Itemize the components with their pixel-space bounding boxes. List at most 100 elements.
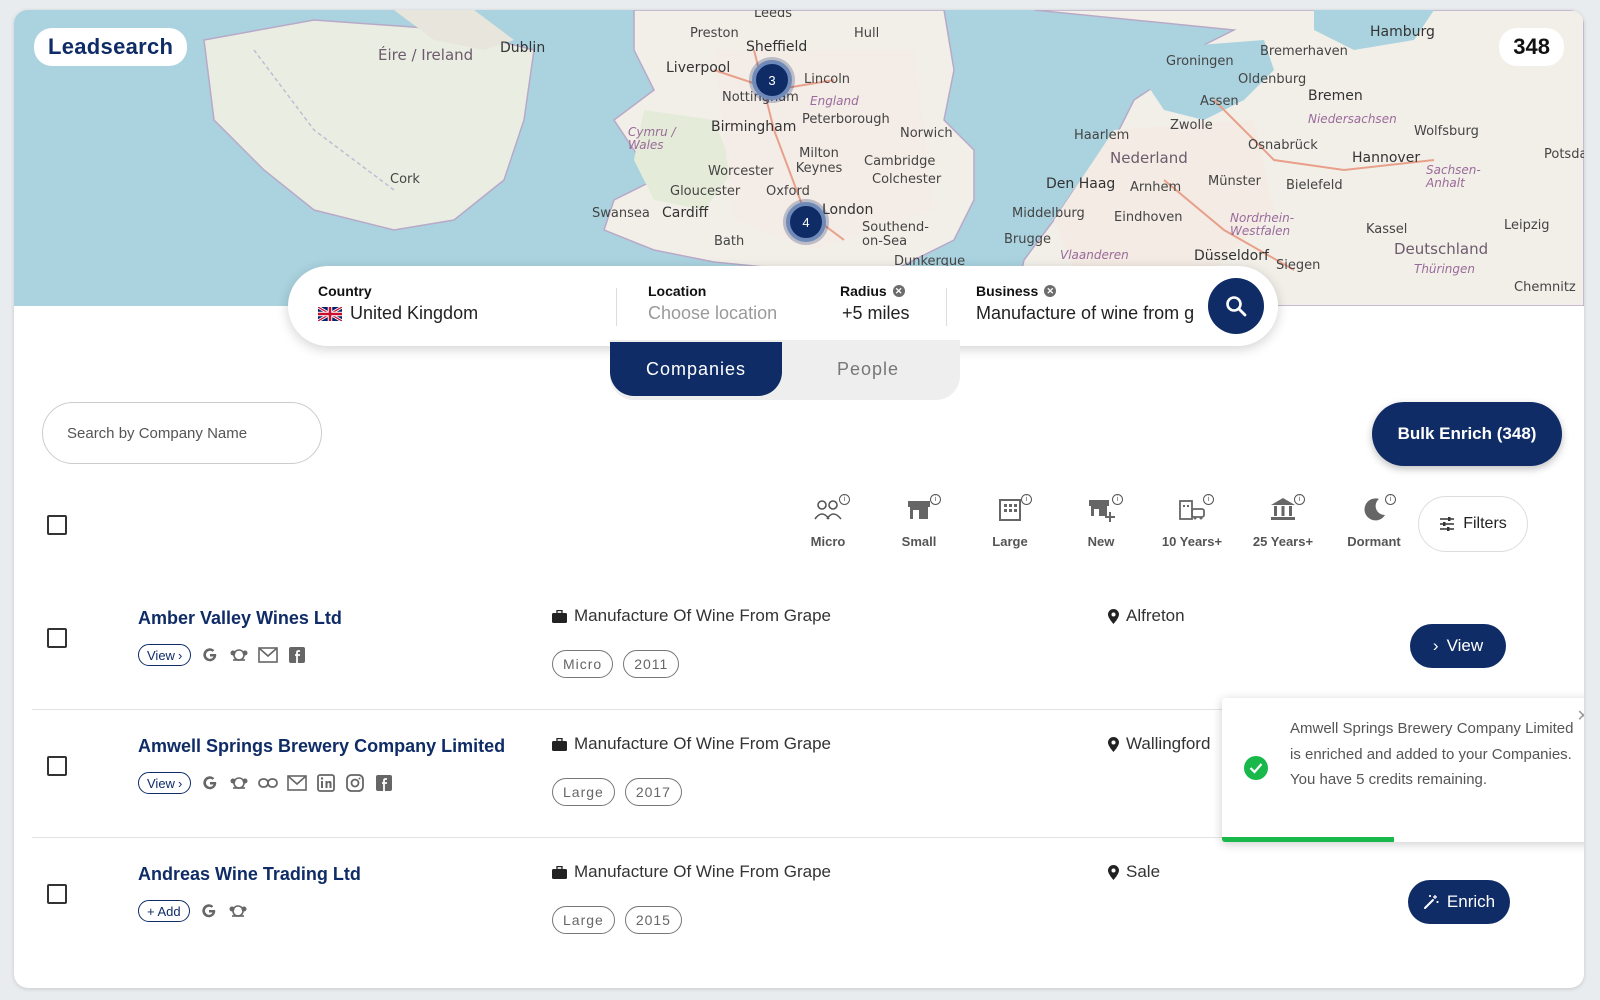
row-checkbox[interactable] xyxy=(47,884,67,904)
map-cluster-marker[interactable]: 4 xyxy=(786,202,826,242)
map-label: Leeds xyxy=(754,10,793,21)
info-icon[interactable]: i xyxy=(1203,494,1214,505)
filter-dormant[interactable]: i Dormant xyxy=(1334,494,1414,549)
map-label: Chemnitz xyxy=(1514,280,1576,295)
filter-small[interactable]: i Small xyxy=(879,494,959,549)
year-tag: 2017 xyxy=(624,778,682,806)
map-label: London xyxy=(822,202,874,218)
clear-radius-icon[interactable]: ✕ xyxy=(892,285,905,297)
filter-10-years[interactable]: i 10 Years+ xyxy=(1152,494,1232,549)
view-profile-button[interactable]: View › xyxy=(138,772,192,794)
view-profile-button[interactable]: View › xyxy=(138,644,192,666)
location-pin-icon xyxy=(1108,736,1119,752)
map-label: Arnhem xyxy=(1130,180,1182,195)
view-button-label: View xyxy=(1446,636,1484,655)
map-cluster-marker[interactable]: 3 xyxy=(752,60,792,100)
clear-business-icon[interactable]: ✕ xyxy=(1044,285,1057,297)
google-icon[interactable] xyxy=(199,901,219,921)
info-icon[interactable]: i xyxy=(839,494,850,505)
company-name-search-input[interactable] xyxy=(42,402,322,464)
email-icon[interactable] xyxy=(287,773,308,793)
close-icon[interactable]: ✕ xyxy=(1577,706,1584,726)
map-label: Vlaanderen xyxy=(1060,248,1129,262)
facebook-icon[interactable] xyxy=(287,645,307,665)
map-label: England xyxy=(810,94,859,108)
info-icon[interactable]: i xyxy=(1112,494,1123,505)
row-checkbox[interactable] xyxy=(47,628,67,648)
email-icon[interactable] xyxy=(258,645,279,665)
filter-label: 25 Years+ xyxy=(1252,534,1314,549)
map-label: Hull xyxy=(854,26,880,41)
add-company-button[interactable]: + Add xyxy=(138,900,190,922)
select-all-checkbox[interactable] xyxy=(47,515,67,535)
filter-large[interactable]: i Large xyxy=(970,494,1050,549)
filters-button[interactable]: Filters xyxy=(1418,496,1528,552)
location-text: Sale xyxy=(1126,862,1161,881)
location-text: Alfreton xyxy=(1126,606,1185,625)
company-row: Andreas Wine Trading Ltd + Add Manufactu… xyxy=(32,838,1562,966)
map-label: Kassel xyxy=(1366,222,1408,237)
info-icon[interactable]: i xyxy=(1294,494,1305,505)
filter-label: 10 Years+ xyxy=(1161,534,1223,549)
view-label: View xyxy=(147,775,175,791)
map-label: Assen xyxy=(1200,94,1239,109)
tab-people[interactable]: People xyxy=(782,342,954,396)
search-button[interactable] xyxy=(1208,278,1264,334)
map-label: Bath xyxy=(714,234,745,249)
companies-house-icon[interactable] xyxy=(229,645,249,665)
view-company-button[interactable]: › View xyxy=(1410,624,1506,668)
map-label: Cork xyxy=(390,172,420,187)
map-label: Niedersachsen xyxy=(1308,112,1397,126)
company-name[interactable]: Amwell Springs Brewery Company Limited xyxy=(138,736,505,757)
company-row: Amber Valley Wines Ltd View › Manufacture… xyxy=(32,582,1562,710)
map-label: Nederland xyxy=(1110,149,1188,167)
business-field[interactable]: Business ✕ Manufacture of wine from g xyxy=(976,283,1208,324)
filter-new[interactable]: i New xyxy=(1061,494,1141,549)
map[interactable]: Éire / Ireland Dublin Cork Liverpool Pre… xyxy=(14,10,1584,306)
building-car-icon xyxy=(1179,500,1205,520)
companies-house-icon[interactable] xyxy=(228,901,248,921)
enrich-label: Enrich xyxy=(1446,892,1496,911)
size-tag: Micro xyxy=(552,650,614,678)
linkedin-icon[interactable] xyxy=(316,773,336,793)
google-icon[interactable] xyxy=(200,773,220,793)
row-checkbox[interactable] xyxy=(47,756,67,776)
chevron-right-icon: › xyxy=(177,775,183,791)
instagram-icon[interactable] xyxy=(345,773,365,793)
filter-25-years[interactable]: i 25 Years+ xyxy=(1243,494,1323,549)
bank-icon xyxy=(1271,498,1295,520)
location-field[interactable]: Location Choose location xyxy=(648,283,777,324)
bulk-enrich-button[interactable]: Bulk Enrich (348) xyxy=(1372,402,1562,466)
company-name[interactable]: Amber Valley Wines Ltd xyxy=(138,608,342,629)
radius-field[interactable]: Radius ✕ +5 miles xyxy=(840,283,910,324)
toast-message: Amwell Springs Brewery Company Limited i… xyxy=(1290,720,1574,788)
view-label: View xyxy=(147,647,175,663)
radius-label: Radius xyxy=(840,283,887,299)
info-icon[interactable]: i xyxy=(1021,494,1032,505)
google-icon[interactable] xyxy=(200,645,220,665)
search-bar: Country United Kingdom Location Choose l… xyxy=(288,266,1278,346)
country-field[interactable]: Country United Kingdom xyxy=(318,283,478,324)
chevron-right-icon: › xyxy=(1432,636,1439,655)
map-label: Worcester xyxy=(708,164,774,179)
map-label: Éire / Ireland xyxy=(378,46,474,64)
enrich-button[interactable]: Enrich xyxy=(1408,880,1510,924)
size-tag: Large xyxy=(552,906,615,934)
brand-logo: Leadsearch xyxy=(34,28,188,66)
map-label: Cambridge xyxy=(864,154,936,169)
info-icon[interactable]: i xyxy=(930,494,941,505)
map-label: Siegen xyxy=(1276,258,1321,273)
filter-micro[interactable]: i Micro xyxy=(788,494,868,549)
map-label: Swansea xyxy=(592,206,650,221)
tab-companies[interactable]: Companies xyxy=(610,342,782,396)
map-label: Potsdam xyxy=(1544,147,1584,162)
companies-house-icon[interactable] xyxy=(229,773,249,793)
map-label: Den Haag xyxy=(1046,176,1116,192)
website-link-icon[interactable] xyxy=(258,773,279,793)
info-icon[interactable]: i xyxy=(1385,494,1396,505)
sliders-icon xyxy=(1440,517,1455,531)
moon-icon xyxy=(1364,498,1385,521)
facebook-icon[interactable] xyxy=(374,773,394,793)
company-name[interactable]: Andreas Wine Trading Ltd xyxy=(138,864,361,885)
map-label: Zwolle xyxy=(1170,118,1213,133)
